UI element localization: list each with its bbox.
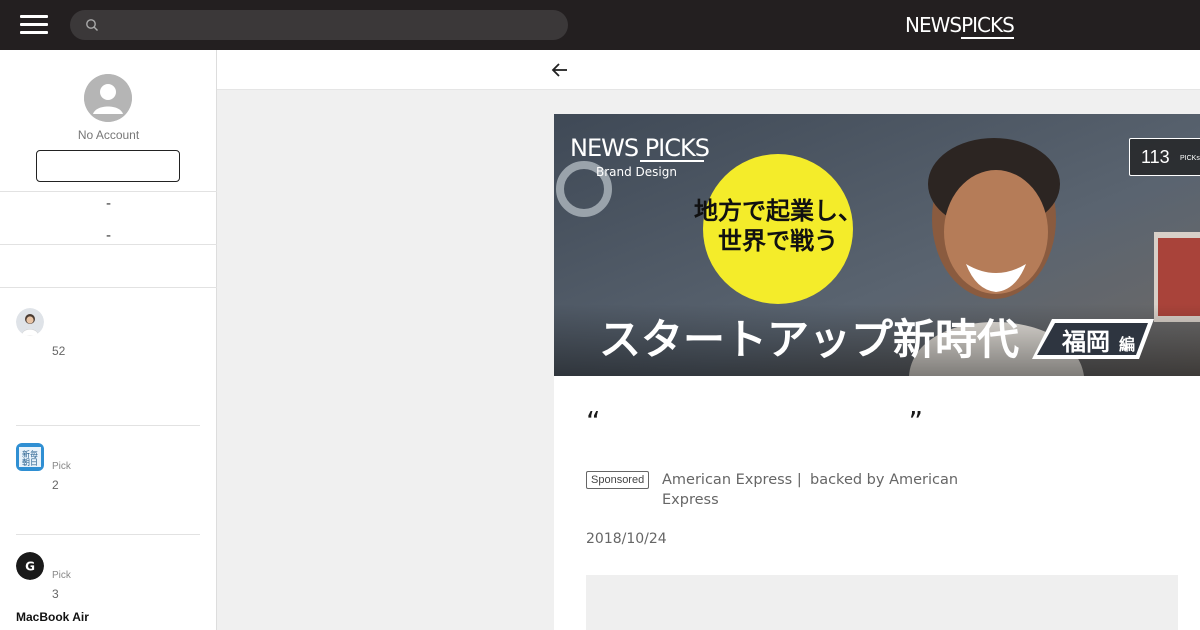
- brand-logo[interactable]: NEWSPICKS: [905, 12, 1015, 39]
- hero-circle-line2: 世界で戦う: [718, 227, 838, 255]
- top-bar: NEWSPICKS: [0, 0, 1200, 50]
- pick-label: Pick: [52, 461, 71, 472]
- sponsored-badge: Sponsored: [586, 471, 650, 489]
- divider: [0, 244, 217, 245]
- brand-picks: PICKS: [961, 13, 1015, 39]
- brand-news: NEWS: [905, 13, 962, 37]
- search-bar[interactable]: [70, 10, 568, 40]
- backed-by: backed by American: [810, 472, 959, 488]
- search-input[interactable]: [108, 10, 558, 40]
- pick-label: Pick: [52, 570, 71, 581]
- hero-logo-sub: Brand Design: [596, 165, 677, 179]
- search-icon: [86, 19, 98, 31]
- sponsor-name-line1: American Express |: [662, 472, 802, 488]
- avatar[interactable]: G: [16, 552, 44, 580]
- article-date: 2018/10/24: [586, 531, 667, 547]
- user-avatar-icon[interactable]: [84, 74, 132, 122]
- back-arrow-icon[interactable]: [550, 60, 570, 80]
- pick-count: 52: [52, 344, 66, 358]
- sponsor-name-line2: Express: [662, 492, 719, 508]
- hero-circle-line1: 地方で起業し、: [694, 197, 862, 225]
- hero-image[interactable]: NEWS PICKS Brand Design 地方で起業し、 世界で戦う スタ…: [554, 114, 1200, 376]
- hero-banner-tag-suffix: 編: [1119, 335, 1135, 354]
- hero-logo: NEWS PICKS: [570, 134, 709, 162]
- avatar[interactable]: 新毎 朝日: [16, 443, 44, 471]
- avatar[interactable]: [16, 308, 44, 336]
- hero-banner-tag: 福岡: [1061, 328, 1110, 356]
- sponsor-name[interactable]: American Express | Express: [662, 470, 802, 510]
- account-label: No Account: [77, 128, 140, 142]
- svg-text:G: G: [25, 560, 35, 574]
- divider: [0, 191, 217, 192]
- picks-label: PICKs: [1180, 155, 1200, 162]
- sidebar-stat-1: -: [105, 196, 112, 212]
- article-body: [586, 575, 1178, 630]
- article-title[interactable]: “ ”: [586, 402, 1186, 442]
- sidebar: No Account - - 52 新毎 朝日 Pick 2 G Pick 3 …: [0, 50, 217, 630]
- svg-text:朝日: 朝日: [22, 458, 38, 467]
- sidebar-stat-2: -: [105, 228, 112, 244]
- divider: [0, 287, 217, 288]
- divider: [16, 534, 200, 535]
- pick-count: 3: [52, 587, 59, 601]
- product-title[interactable]: MacBook Air: [16, 610, 89, 624]
- list-item[interactable]: 新毎 朝日 Pick 2: [16, 443, 200, 543]
- sub-header: [217, 50, 1200, 90]
- pick-count: 2: [52, 478, 59, 492]
- divider: [16, 425, 200, 426]
- hero-banner: スタートアップ新時代: [599, 315, 1019, 364]
- list-item[interactable]: G Pick 3: [16, 552, 200, 602]
- picks-count: 113: [1141, 147, 1170, 167]
- login-button[interactable]: [36, 150, 180, 182]
- menu-icon[interactable]: [20, 13, 48, 37]
- list-item[interactable]: 52: [16, 308, 200, 418]
- article: NEWS PICKS Brand Design 地方で起業し、 世界で戦う スタ…: [554, 114, 1200, 630]
- picks-badge[interactable]: 113 PICKs: [1129, 138, 1200, 176]
